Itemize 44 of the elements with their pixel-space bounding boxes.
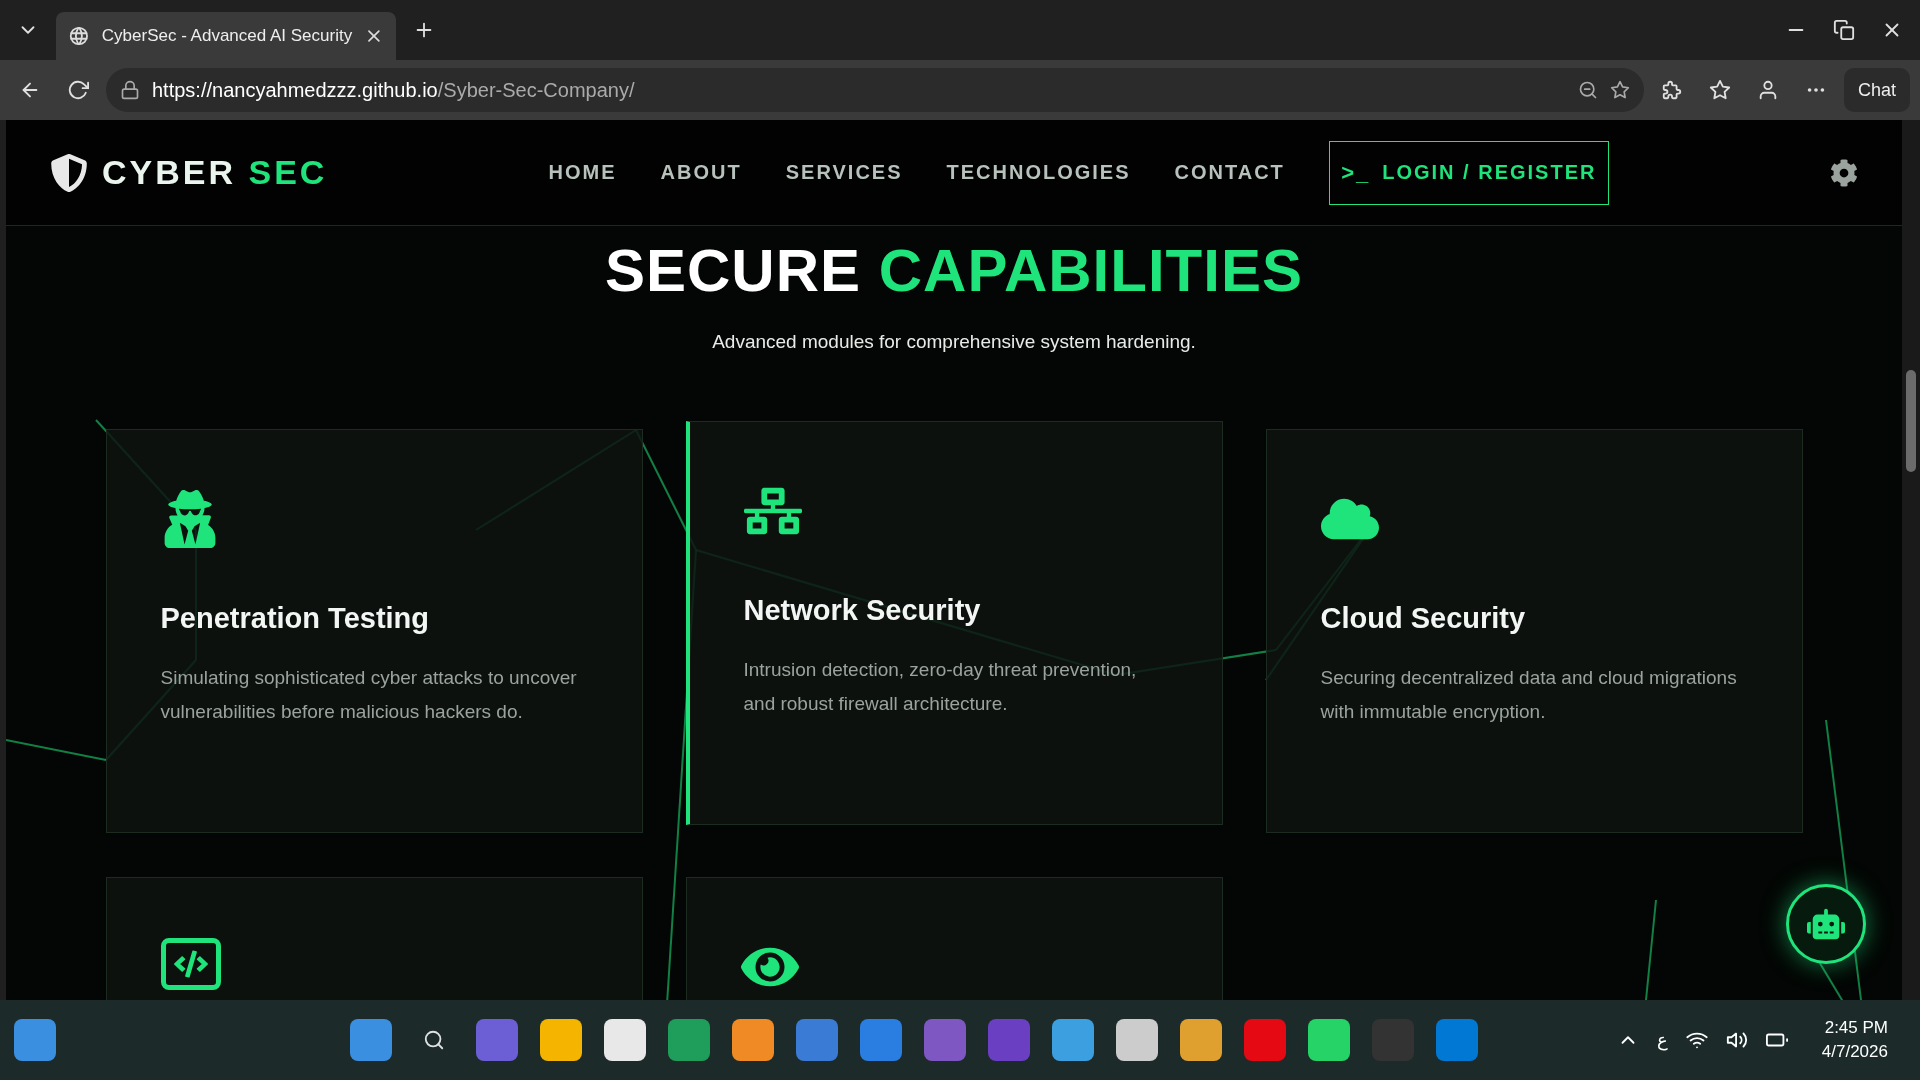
language-indicator[interactable]: ع [1656, 1029, 1668, 1051]
clock-time: 2:45 PM [1824, 1018, 1888, 1038]
chatbot-button[interactable] [1786, 884, 1866, 964]
code-icon [160, 938, 221, 990]
section-title: SECURE CAPABILITIES [605, 236, 1303, 305]
logo-text: CYBER SEC [102, 153, 328, 192]
favorite-icon[interactable] [1609, 80, 1630, 100]
address-bar[interactable]: https://nancyahmedzzz.github.io/Syber-Sec-Company/ [106, 68, 1644, 112]
card-description: Intrusion detection, zero-day threat prevention, and robust firewall architecture. [743, 658, 1138, 716]
card-description: Simulating sophisticated cyber attacks to uncover vulnerabilities before malicious hackers do. [160, 666, 578, 724]
card-title: Penetration Testing [160, 602, 431, 635]
clock-date: 4/7/2026 [1821, 1042, 1888, 1062]
reload-button[interactable] [67, 79, 89, 101]
lock-icon [120, 80, 140, 100]
shield-logo-icon [50, 153, 88, 192]
card-title: Cloud Security [1320, 602, 1527, 635]
section-subtitle: Advanced modules for comprehensive system hardening. [712, 331, 1196, 353]
app-icon[interactable] [1116, 1019, 1158, 1061]
settings-icon[interactable] [1830, 158, 1858, 187]
app-icon[interactable] [1308, 1019, 1350, 1061]
login-register-button[interactable]: >_ LOGIN / REGISTER [1328, 140, 1609, 205]
search-icon[interactable] [423, 1029, 445, 1051]
url-text: https://nancyahmedzzz.github.io/Syber-Sec-Company/ [152, 78, 636, 102]
card-title: Network Security [743, 594, 982, 627]
chat-button[interactable]: Chat [1843, 68, 1910, 112]
nav-link[interactable]: ABOUT [660, 161, 742, 184]
extensions-button[interactable] [1660, 79, 1683, 101]
zoom-out-icon[interactable] [1577, 80, 1598, 100]
favorites-button[interactable] [1708, 79, 1731, 101]
nav-link[interactable]: TECHNOLOGIES [946, 161, 1131, 184]
nav-link[interactable]: SERVICES [785, 161, 903, 184]
scrollbar-thumb[interactable] [1906, 370, 1916, 472]
nav-link[interactable]: HOME [548, 161, 617, 184]
app-icon[interactable] [604, 1019, 646, 1061]
card-description: Securing decentralized data and cloud migrations with immutable encryption. [1320, 666, 1738, 724]
restore-button[interactable] [1833, 19, 1855, 41]
nav-link[interactable]: CONTACT [1174, 161, 1285, 184]
tab-title: CyberSec - Advanced AI Security [101, 26, 353, 46]
app-icon[interactable] [1180, 1019, 1222, 1061]
browser-tab[interactable]: CyberSec - Advanced AI Security [56, 12, 396, 60]
app-icon[interactable] [540, 1019, 582, 1061]
app-icon[interactable] [1052, 1019, 1094, 1061]
app-icon[interactable] [732, 1019, 774, 1061]
globe-icon [68, 25, 90, 47]
